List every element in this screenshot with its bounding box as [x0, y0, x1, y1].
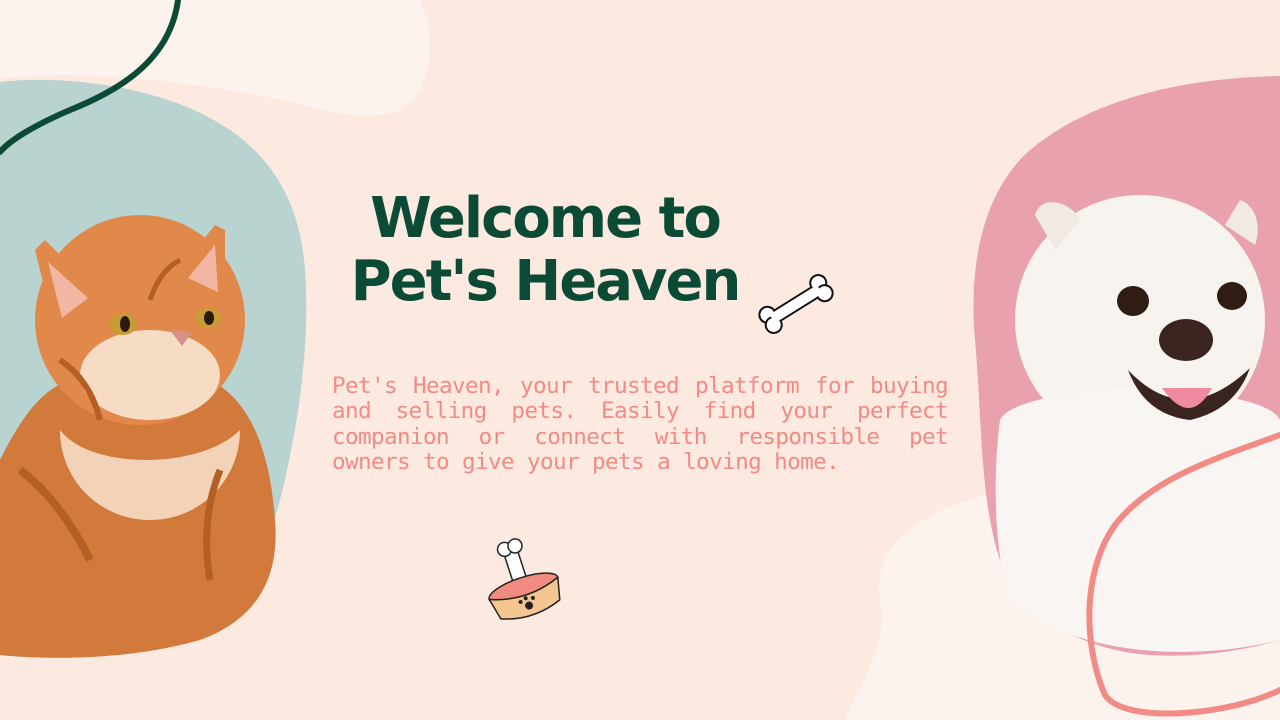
page-title: Welcome to Pet's Heaven [350, 186, 742, 314]
background-decoration [0, 0, 1280, 720]
pet-bowl-icon [487, 538, 561, 620]
description-text: Pet's Heaven, your trusted platform for … [332, 373, 949, 476]
dog-image [995, 195, 1280, 652]
bone-icon [758, 274, 834, 334]
